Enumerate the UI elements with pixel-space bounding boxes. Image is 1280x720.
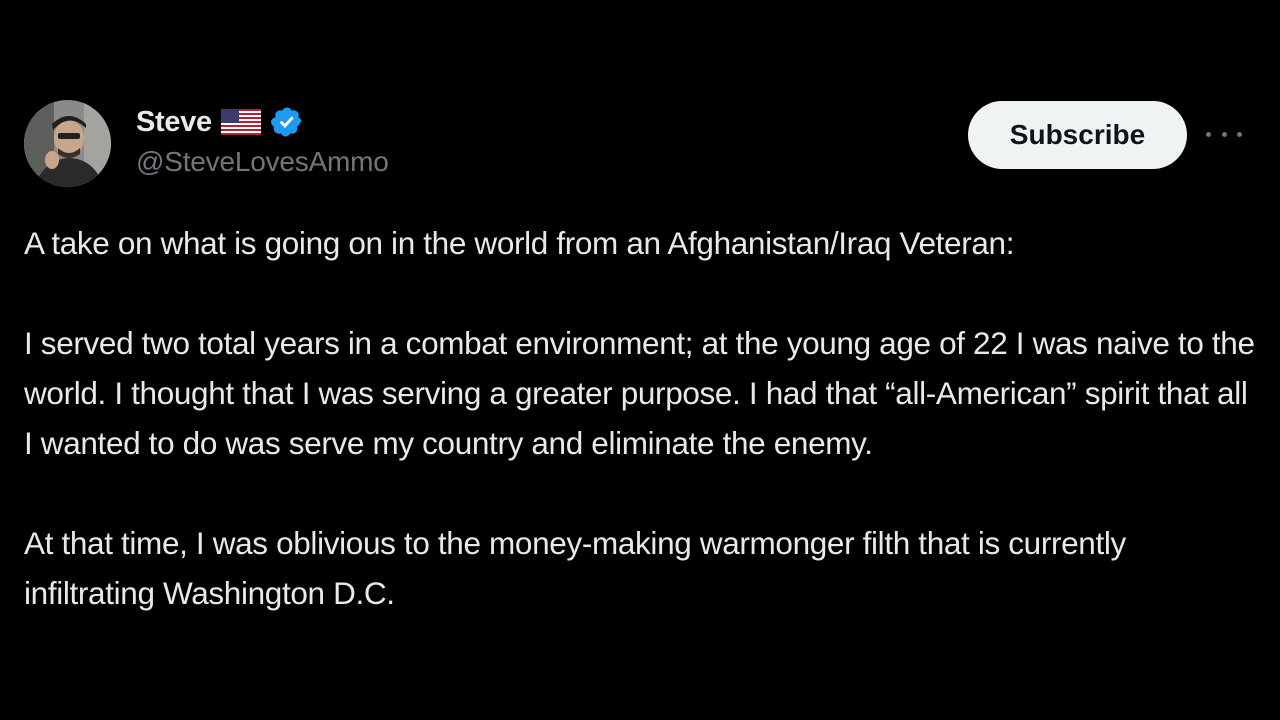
- author-name-row: Steve: [136, 103, 304, 141]
- tweet-paragraph: A take on what is going on in the world …: [24, 225, 1015, 261]
- tweet-paragraph: At that time, I was oblivious to the mon…: [24, 525, 1126, 611]
- tweet-paragraph: I served two total years in a combat env…: [24, 325, 1255, 461]
- avatar-photo: [24, 100, 111, 187]
- more-dot: [1237, 131, 1242, 137]
- avatar[interactable]: [24, 100, 111, 187]
- author-name[interactable]: Steve: [136, 106, 212, 139]
- more-dot: [1221, 131, 1227, 137]
- tweet-card: Steve @SteveLovesAmmo Subscribe A take o…: [0, 0, 1280, 720]
- subscribe-button[interactable]: Subscribe: [968, 101, 1187, 169]
- more-horizontal-icon[interactable]: [1206, 124, 1242, 144]
- tweet-text: A take on what is going on in the world …: [24, 218, 1260, 618]
- more-dot: [1206, 131, 1211, 137]
- verified-badge-icon[interactable]: [270, 105, 304, 139]
- us-flag-icon: [220, 109, 261, 135]
- author-handle[interactable]: @SteveLovesAmmo: [136, 146, 389, 178]
